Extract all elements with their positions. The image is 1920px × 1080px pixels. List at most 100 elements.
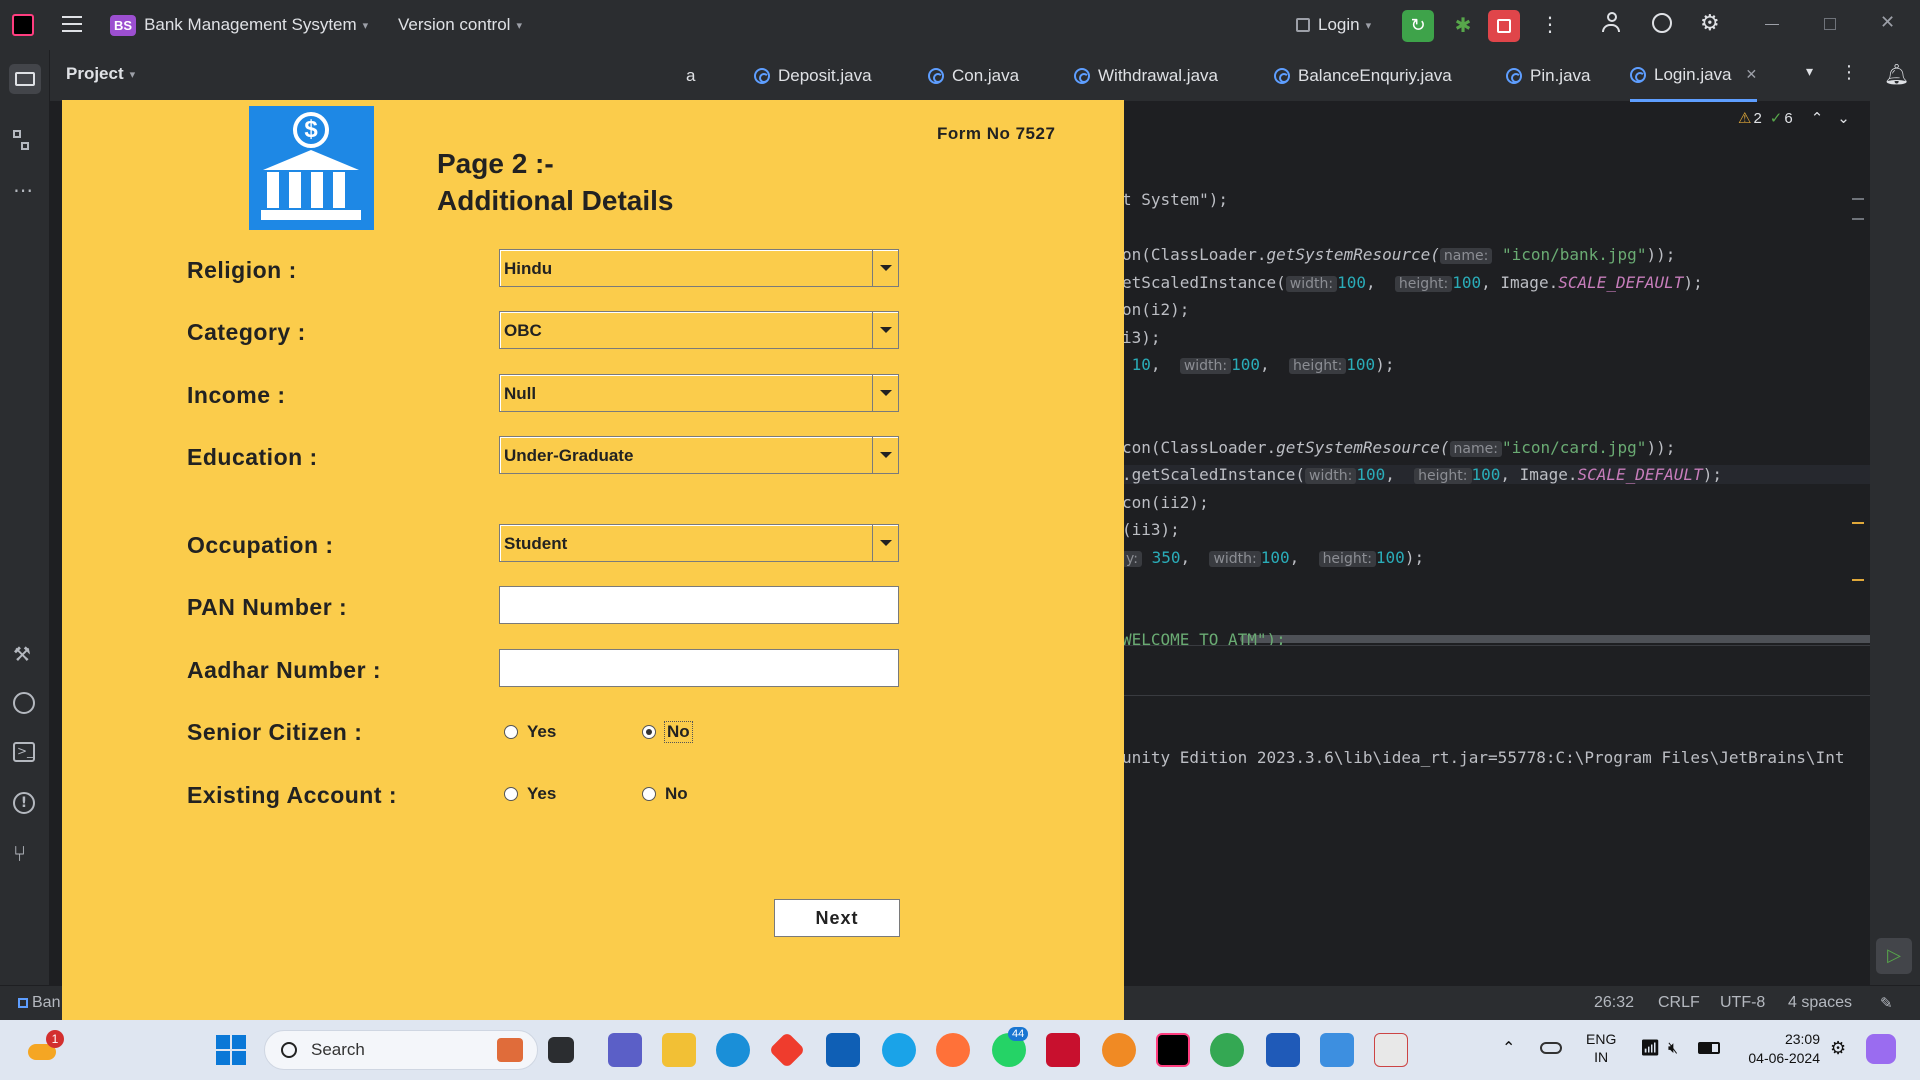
show-hidden-icons[interactable]: ⌃ [1502, 1038, 1515, 1057]
horizontal-scrollbar[interactable] [1240, 635, 1900, 643]
project-selector[interactable]: BS Bank Management Sysytem ▾ [110, 12, 368, 38]
notification-settings-icon[interactable]: ⚙ [1830, 1038, 1846, 1059]
status-breadcrumb[interactable]: Ban [18, 994, 60, 1012]
windows-start-icon[interactable] [216, 1035, 246, 1065]
language-indicator[interactable]: ENG IN [1586, 1030, 1616, 1066]
taskbar-search-box[interactable]: Search [264, 1030, 538, 1070]
anydesk-icon[interactable] [768, 1031, 806, 1069]
tabs-dropdown-icon[interactable]: ▾ [1806, 64, 1813, 80]
mcafee-icon[interactable] [1046, 1033, 1080, 1067]
word-icon[interactable] [1266, 1033, 1300, 1067]
volume-muted-icon[interactable]: 🔇︎ [1668, 1038, 1678, 1058]
line-separator[interactable]: CRLF [1658, 994, 1700, 1012]
tab-pin[interactable]: Pin.java [1506, 50, 1590, 102]
java-class-icon [754, 68, 770, 84]
income-dropdown[interactable]: Null [499, 374, 899, 412]
page-subtitle: Additional Details [437, 185, 674, 216]
whatsapp-icon[interactable]: 44 [992, 1027, 1029, 1067]
editor-scrollbar-marks[interactable] [1852, 198, 1864, 581]
terminal-icon[interactable]: >_ [13, 742, 35, 762]
chevron-down-icon: ▾ [129, 67, 136, 81]
main-menu-icon[interactable] [62, 16, 82, 32]
existing-account-no-radio[interactable]: No [642, 784, 688, 804]
build-hammer-icon[interactable]: ⚒ [13, 642, 37, 666]
wifi-icon[interactable]: 📶︎ [1640, 1038, 1660, 1057]
senior-citizen-no-radio[interactable]: No [642, 721, 693, 743]
snipping-tool-icon[interactable] [1102, 1033, 1136, 1067]
previous-highlight-icon[interactable]: ⌃ [1811, 109, 1824, 127]
structure-icon[interactable] [13, 130, 37, 154]
more-actions-icon[interactable]: ⋮ [1540, 12, 1560, 36]
run-config-selector[interactable]: Login ▾ [1296, 12, 1371, 38]
tab-partial[interactable]: a [686, 50, 695, 102]
page-title: Page 2 :- [437, 148, 554, 179]
minimize-window-icon[interactable] [1765, 24, 1779, 25]
rerun-button[interactable]: ↻ [1402, 10, 1434, 42]
occupation-dropdown[interactable]: Student [499, 524, 899, 562]
java-app-icon[interactable] [1374, 1033, 1408, 1067]
tab-balance-enquiry[interactable]: BalanceEnquriy.java [1274, 50, 1452, 102]
run-widget-icon[interactable]: ▷ [1876, 938, 1912, 974]
senior-citizen-yes-radio[interactable]: Yes [504, 722, 556, 742]
run-panel-header [1120, 646, 1870, 696]
code-line: on(ClassLoader.getSystemResource(name: "… [1122, 245, 1676, 264]
caret-position[interactable]: 26:32 [1594, 994, 1634, 1012]
code-with-me-icon[interactable] [1602, 12, 1626, 36]
version-control-menu[interactable]: Version control ▾ [398, 12, 522, 38]
file-explorer-icon[interactable] [662, 1033, 696, 1067]
firefox-icon[interactable] [936, 1033, 970, 1067]
microsoft-store-icon[interactable] [826, 1033, 860, 1067]
pan-number-field[interactable] [499, 586, 899, 624]
code-line: 10, width: 100, height: 100); [1131, 355, 1395, 374]
existing-account-yes-radio[interactable]: Yes [504, 784, 556, 804]
editor-tab-bar: Project ▾ a Deposit.java Con.java Withdr… [50, 50, 1870, 102]
git-branch-icon[interactable]: ⑂ [13, 842, 37, 867]
notepad-icon[interactable] [1320, 1033, 1354, 1067]
settings-gear-icon[interactable]: ⚙ [1700, 12, 1720, 36]
edge-browser-icon[interactable] [716, 1033, 750, 1067]
battery-icon[interactable] [1698, 1042, 1720, 1054]
notifications-bell-icon[interactable]: 🔔︎ [1884, 62, 1909, 86]
tab-withdrawal[interactable]: Withdrawal.java [1074, 50, 1218, 102]
aadhar-number-field[interactable] [499, 649, 899, 687]
task-view-icon[interactable] [548, 1037, 574, 1063]
tab-deposit[interactable]: Deposit.java [754, 50, 872, 102]
close-window-icon[interactable]: ✕ [1880, 12, 1895, 33]
debug-bug-icon[interactable]: ✱ [1452, 14, 1474, 36]
project-tool-header[interactable]: Project ▾ [66, 64, 135, 84]
readonly-lock-icon[interactable]: ✎ [1880, 994, 1893, 1012]
religion-dropdown[interactable]: Hindu [499, 249, 899, 287]
skype-icon[interactable] [882, 1033, 916, 1067]
category-dropdown[interactable]: OBC [499, 311, 899, 349]
radio-selected-icon [642, 725, 656, 739]
education-dropdown[interactable]: Under-Graduate [499, 436, 899, 474]
intellij-idea-icon[interactable] [1156, 1033, 1190, 1067]
next-highlight-icon[interactable]: ⌄ [1837, 109, 1850, 127]
ide-title-bar: BS Bank Management Sysytem ▾ Version con… [0, 0, 1920, 50]
inspection-widget[interactable]: ⚠ 2 ✓ 6 ⌃ ⌄ [1738, 109, 1850, 128]
file-encoding[interactable]: UTF-8 [1720, 994, 1765, 1012]
problems-icon[interactable]: ! [13, 792, 35, 814]
onedrive-cloud-icon[interactable] [1540, 1042, 1562, 1054]
teams-icon[interactable] [608, 1033, 642, 1067]
close-tab-icon[interactable]: ✕ [1746, 66, 1758, 83]
search-icon[interactable] [1652, 13, 1672, 33]
module-icon [18, 998, 28, 1008]
warning-icon: ⚠ [1738, 110, 1752, 127]
tabs-more-icon[interactable]: ⋮ [1840, 62, 1858, 83]
weather-widget-icon[interactable]: 1 [24, 1030, 64, 1066]
project-folder-icon[interactable] [9, 64, 41, 94]
copilot-icon[interactable] [1866, 1034, 1896, 1064]
clock[interactable]: 23:09 04-06-2024 [1736, 1030, 1820, 1068]
indent-setting[interactable]: 4 spaces [1788, 994, 1852, 1012]
java-class-icon [1630, 66, 1646, 83]
next-button[interactable]: Next [774, 899, 900, 937]
stop-button[interactable] [1488, 10, 1520, 42]
tab-con[interactable]: Con.java [928, 50, 1019, 102]
run-services-icon[interactable] [13, 692, 35, 714]
tab-login[interactable]: Login.java ✕ [1630, 50, 1758, 102]
more-tools-icon[interactable]: ⋯ [13, 178, 37, 202]
restore-window-icon[interactable] [1824, 18, 1836, 30]
intellij-logo-icon[interactable] [12, 14, 34, 36]
chrome-icon[interactable] [1210, 1033, 1244, 1067]
